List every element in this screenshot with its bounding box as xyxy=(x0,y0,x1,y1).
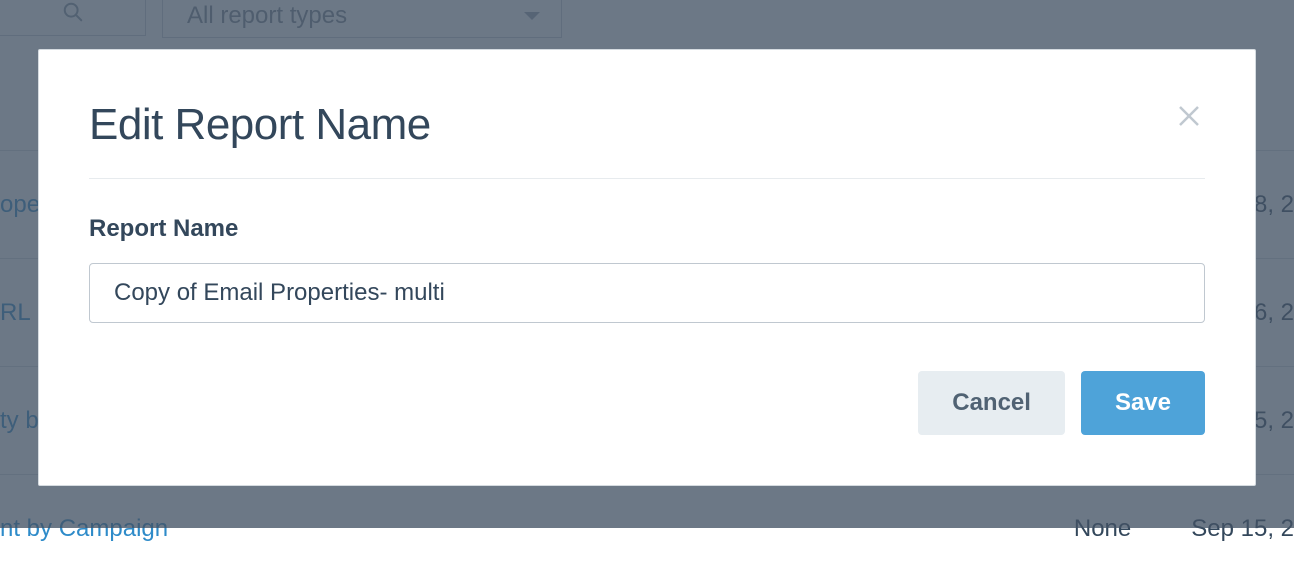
edit-report-name-modal: Edit Report Name Report Name Cancel Save xyxy=(38,49,1256,486)
modal-header: Edit Report Name xyxy=(89,100,1205,179)
save-button[interactable]: Save xyxy=(1081,371,1205,435)
close-icon[interactable] xyxy=(1173,100,1205,137)
modal-footer: Cancel Save xyxy=(89,371,1205,435)
modal-title: Edit Report Name xyxy=(89,100,431,150)
report-name-input[interactable] xyxy=(89,263,1205,323)
modal-body: Report Name xyxy=(89,215,1205,323)
cancel-button[interactable]: Cancel xyxy=(918,371,1065,435)
report-name-label: Report Name xyxy=(89,215,1205,243)
